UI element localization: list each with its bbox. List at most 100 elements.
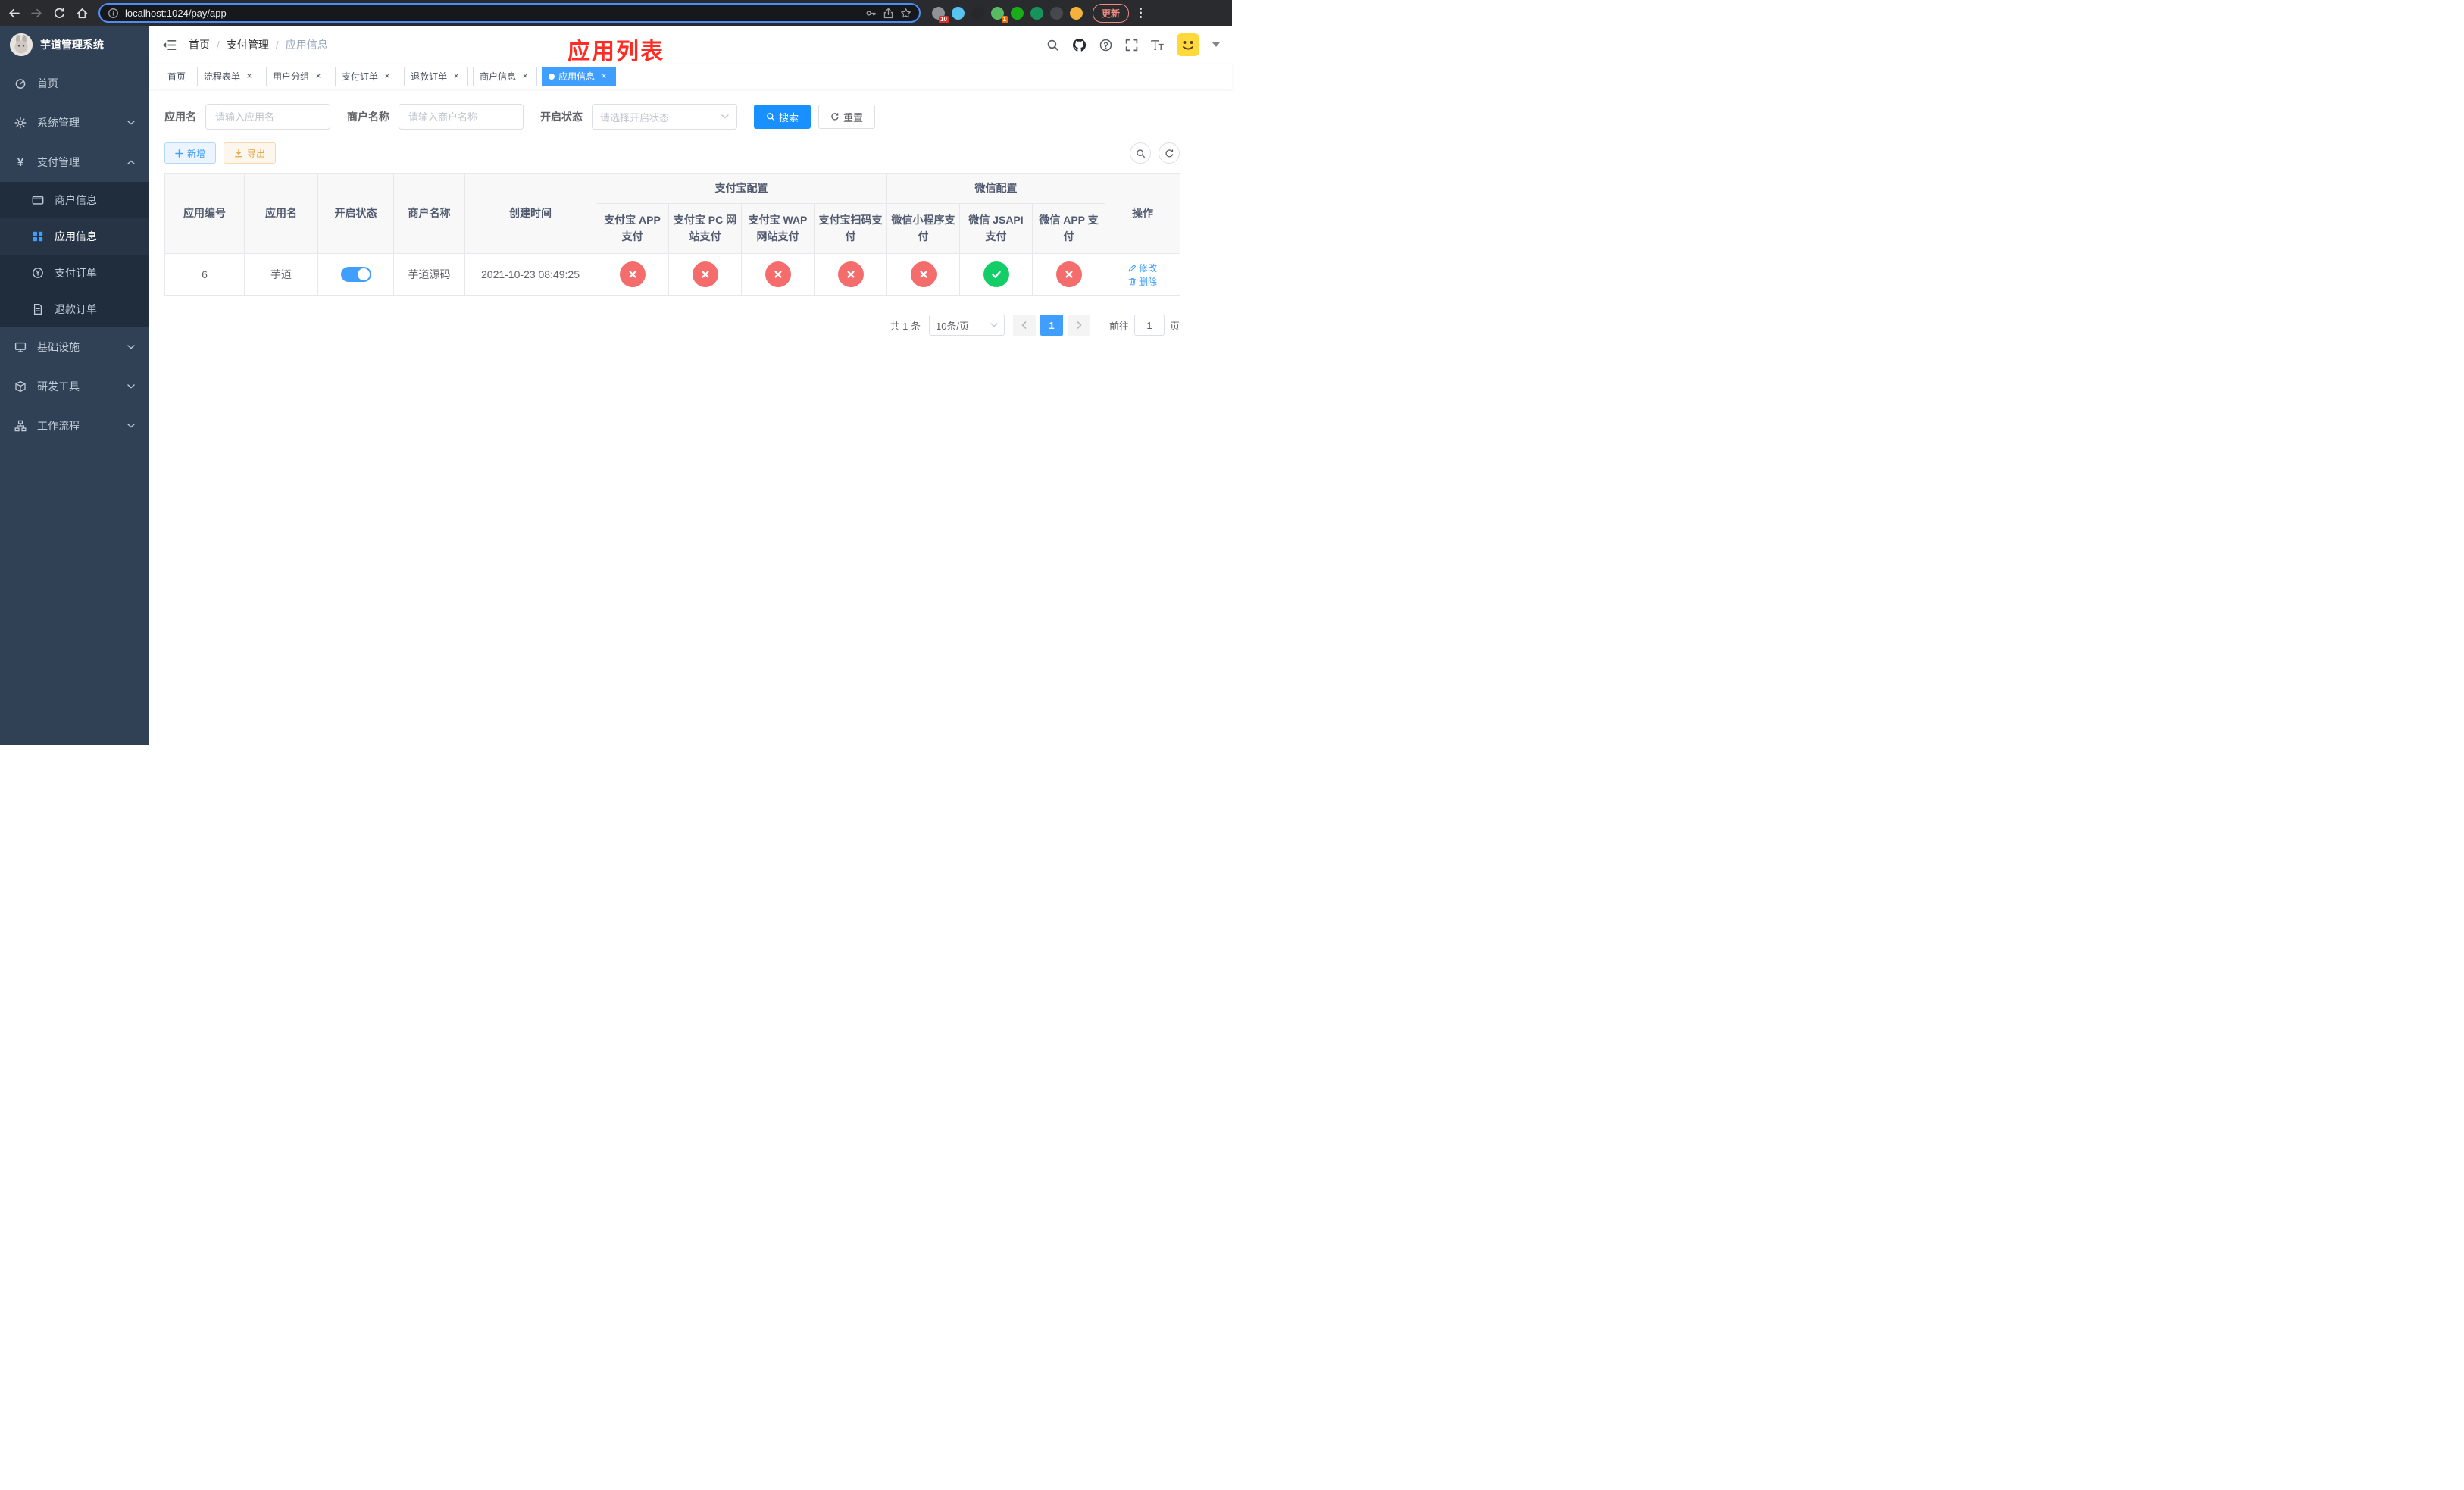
sidebar: 芋道管理系统 首页 系统管理 ¥ 支付管理 商户信息 应用信息 支付订单 退款订… [0,26,149,745]
tab-close-icon[interactable]: × [520,70,530,82]
sidebar-item-refund-order[interactable]: 退款订单 [0,291,149,327]
tab-close-icon[interactable]: × [599,70,609,82]
merchant-name-input[interactable] [399,104,524,130]
status-select[interactable]: 请选择开启状态 [592,104,737,130]
switch-knob [357,268,370,280]
sidebar-item-merchant-info[interactable]: 商户信息 [0,182,149,218]
browser-update-button[interactable]: 更新 [1093,3,1130,23]
page-size-select[interactable]: 10条/页 [928,315,1005,336]
tab-close-icon[interactable]: × [382,70,392,82]
sidebar-item-workflow[interactable]: 工作流程 [0,406,149,446]
plus-icon [175,149,183,158]
tab-user-group[interactable]: 用户分组 × [266,66,331,86]
green-book-extension-icon[interactable] [1030,6,1043,20]
app-name-input[interactable] [205,104,330,130]
browser-forward-icon[interactable] [30,7,43,20]
add-button[interactable]: 新增 [164,142,217,164]
refresh-table-button[interactable] [1159,142,1180,164]
dark-pin-extension-icon[interactable] [1050,6,1063,20]
browser-back-icon[interactable] [8,7,20,20]
alipay-qr-status-icon [837,261,864,287]
tab-home[interactable]: 首页 [161,66,193,86]
tab-close-icon[interactable]: × [451,70,461,82]
github-icon[interactable] [1072,38,1087,52]
col-status: 开启状态 [317,173,394,254]
col-app-name: 应用名 [244,173,318,254]
breadcrumb-home[interactable]: 首页 [189,37,210,52]
app-logo[interactable]: 芋道管理系统 [0,26,149,64]
sidebar-toggle-icon[interactable] [161,39,177,52]
user-avatar[interactable] [1177,33,1199,56]
search-button[interactable]: 搜索 [754,105,811,129]
navbar-actions [1046,33,1220,56]
sidebar-item-app-info[interactable]: 应用信息 [0,218,149,255]
merchant-name-label: 商户名称 [347,111,389,123]
delete-link[interactable]: 删除 [1128,275,1157,288]
cell-status [317,253,394,296]
sidebar-item-pay-order[interactable]: 支付订单 [0,255,149,291]
font-size-icon[interactable] [1151,39,1164,52]
main-area: 首页 / 支付管理 / 应用信息 应用列表 首页 流程表单 × 用户分组 × 支… [149,26,1232,745]
cell-merchant: 芋道源码 [393,253,465,296]
address-bar[interactable]: localhost:1024/pay/app [98,3,921,23]
page-number-button[interactable]: 1 [1040,315,1063,336]
col-alipay-wap: 支付宝 WAP 网站支付 [741,203,815,254]
edit-link[interactable]: 修改 [1128,261,1157,274]
fullscreen-icon[interactable] [1125,39,1138,52]
tab-app-info[interactable]: 应用信息 × [542,66,617,86]
toggle-search-button[interactable] [1130,142,1151,164]
site-info-icon[interactable] [108,8,119,19]
breadcrumb-separator: / [275,39,279,51]
total-count: 共 1 条 [890,320,921,332]
sidebar-item-dev-tools[interactable]: 研发工具 [0,367,149,406]
sidebar-item-payment[interactable]: ¥ 支付管理 [0,142,149,182]
breadcrumb-payment[interactable]: 支付管理 [227,37,269,52]
tab-refund-order[interactable]: 退款订单 × [404,66,469,86]
puzzle-extension-icon[interactable]: 10 [932,6,949,23]
alipay-wap-status-icon [765,261,791,287]
sidebar-item-infrastructure[interactable]: 基础设施 [0,327,149,367]
next-page-button[interactable] [1067,315,1090,336]
monitor-icon [14,341,27,353]
breadcrumb: 首页 / 支付管理 / 应用信息 [189,37,328,52]
tab-close-icon[interactable]: × [313,70,324,82]
avatar-caret-icon[interactable] [1212,42,1220,47]
sidebar-item-system[interactable]: 系统管理 [0,103,149,142]
browser-home-icon[interactable] [76,7,89,20]
breadcrumb-current: 应用信息 [285,39,328,51]
workflow-tree-icon [14,420,27,432]
password-key-icon[interactable] [865,8,877,19]
breadcrumb-separator: / [217,39,220,51]
green-circle-extension-icon[interactable]: 1 [991,6,1008,23]
wechat-devtools-extension-icon[interactable] [1011,6,1024,20]
col-wechat-jsapi: 微信 JSAPI 支付 [959,203,1033,254]
goto-page: 前往 页 [1109,315,1180,336]
goto-page-input[interactable] [1134,315,1165,336]
tab-process-form[interactable]: 流程表单 × [197,66,262,86]
browser-chrome: localhost:1024/pay/app 10 1 更新 [0,0,1232,26]
col-merchant: 商户名称 [393,173,465,254]
col-wechat-mini: 微信小程序支付 [886,203,960,254]
export-button[interactable]: 导出 [224,142,277,164]
browser-menu-icon[interactable] [1139,7,1143,19]
browser-reload-icon[interactable] [53,7,66,20]
help-icon[interactable] [1099,39,1112,52]
share-icon[interactable] [883,8,894,19]
bookmark-star-icon[interactable] [900,8,911,19]
sidebar-item-home[interactable]: 首页 [0,64,149,103]
extension-badge: 1 [1001,15,1008,23]
prev-page-button[interactable] [1012,315,1036,336]
blue-drop-extension-icon[interactable] [952,6,965,20]
chevron-up-icon [127,160,135,164]
tags-view: 首页 流程表单 × 用户分组 × 支付订单 × 退款订单 × 商户信息 × 应用信息 × [149,64,1232,89]
yellow-face-extension-icon[interactable] [1070,6,1083,20]
dark-globe-extension-icon[interactable] [971,6,984,20]
tab-close-icon[interactable]: × [244,70,255,82]
dashboard-icon [14,77,27,89]
tab-pay-order[interactable]: 支付订单 × [335,66,400,86]
tab-merchant-info[interactable]: 商户信息 × [473,66,538,86]
search-icon[interactable] [1046,39,1059,52]
reset-button[interactable]: 重置 [818,105,876,129]
status-switch[interactable] [340,267,371,282]
table-toolbar: 新增 导出 [164,142,1180,164]
